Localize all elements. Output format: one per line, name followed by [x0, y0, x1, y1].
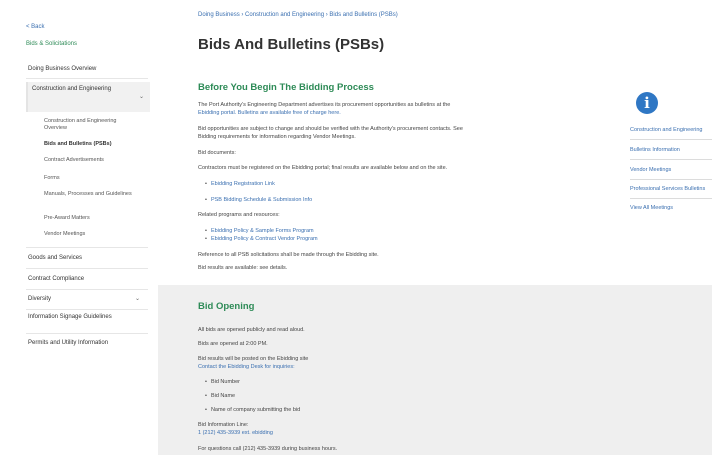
side-link[interactable]: Bulletins Information	[630, 147, 680, 153]
paragraph: Bidding requirements for information reg…	[198, 134, 356, 140]
list-item: Bid Number	[205, 379, 240, 386]
paragraph-link[interactable]: Ebidding portal. Bulletins are available…	[198, 110, 341, 117]
paragraph-link[interactable]: Contact the Ebidding Desk for inquiries:	[198, 364, 295, 371]
paragraph: Bid Information Line:	[198, 422, 249, 428]
paragraph: Bid results are available: see details.	[198, 265, 288, 271]
phone-link[interactable]: 1 (212) 435-3939 ext. ebidding	[198, 430, 273, 437]
divider	[630, 179, 712, 180]
sidebar-subitem[interactable]: Construction and Engineering Overview	[44, 118, 134, 132]
divider	[630, 198, 712, 199]
divider	[26, 268, 148, 269]
page-title: Bids And Bulletins (PSBs)	[198, 36, 385, 53]
sidebar-item-permits[interactable]: Permits and Utility Information	[28, 340, 128, 347]
back-link[interactable]: < Back	[26, 24, 45, 30]
paragraph: For questions call (212) 435-3939 during…	[198, 446, 338, 452]
section-heading-before: Before You Begin The Bidding Process	[198, 82, 374, 93]
sidebar-item-label: Construction and Engineering	[32, 86, 112, 92]
paragraph: Bid documents:	[198, 150, 236, 156]
resource-link[interactable]: Ebidding Policy & Sample Forms Program	[205, 228, 314, 235]
divider	[26, 247, 148, 248]
side-link[interactable]: Construction and Engineering	[630, 127, 702, 133]
sidebar-subitem[interactable]: Pre-Award Matters	[44, 215, 90, 222]
sidebar-item-construction[interactable]: Construction and Engineering ⌄	[26, 82, 150, 112]
section-heading-bid-opening: Bid Opening	[198, 301, 255, 312]
paragraph: Bids are opened at 2:00 PM.	[198, 341, 268, 347]
divider	[26, 289, 148, 290]
side-link[interactable]: Professional Services Bulletins	[630, 186, 705, 192]
divider	[26, 78, 148, 79]
sidebar-subitem[interactable]: Manuals, Processes and Guidelines	[44, 191, 134, 198]
sidebar-item-goods[interactable]: Goods and Services	[28, 255, 82, 262]
divider	[26, 309, 148, 310]
paragraph: All bids are opened publicly and read al…	[198, 327, 305, 333]
divider	[26, 333, 148, 334]
side-link[interactable]: Vendor Meetings	[630, 167, 671, 173]
paragraph: Contractors must be registered on the Eb…	[198, 165, 448, 171]
sidebar: < Back Bids & Solicitations Doing Busine…	[0, 0, 155, 455]
list-item: Bid Name	[205, 393, 235, 400]
paragraph: Bid opportunities are subject to change …	[198, 126, 463, 132]
chevron-down-icon: ⌄	[135, 296, 141, 302]
paragraph: Related programs and resources:	[198, 212, 280, 218]
info-icon: i	[636, 92, 658, 114]
paragraph: Reference to all PSB solicitations shall…	[198, 252, 379, 258]
resource-link[interactable]: Ebidding Policy & Contract Vendor Progra…	[205, 236, 318, 243]
paragraph: Bid results will be posted on the Ebiddi…	[198, 356, 309, 362]
sidebar-subitem[interactable]: Contract Advertisements	[44, 157, 104, 164]
sidebar-subitem-active[interactable]: Bids and Bulletins (PSBs)	[44, 141, 112, 148]
divider	[630, 139, 712, 140]
sidebar-item-signage[interactable]: Information Signage Guidelines	[28, 314, 128, 321]
chevron-down-icon: ⌄	[138, 94, 144, 100]
sidebar-item-compliance[interactable]: Contract Compliance	[28, 276, 84, 283]
sidebar-section-link[interactable]: Bids & Solicitations	[26, 41, 77, 47]
side-link[interactable]: View All Meetings	[630, 205, 673, 211]
breadcrumb[interactable]: Doing Business › Construction and Engine…	[198, 12, 398, 18]
divider	[630, 159, 712, 160]
sidebar-item-doing-business[interactable]: Doing Business Overview	[28, 66, 96, 73]
sidebar-subitem[interactable]: Forms	[44, 175, 60, 182]
list-item: Name of company submitting the bid	[205, 407, 300, 414]
sidebar-item-diversity[interactable]: Diversity	[28, 296, 51, 303]
paragraph: The Port Authority's Engineering Departm…	[198, 102, 451, 108]
sidebar-subitem[interactable]: Vendor Meetings	[44, 231, 85, 238]
resource-link[interactable]: Ebidding Registration Link	[205, 181, 275, 188]
resource-link[interactable]: PSB Bidding Schedule & Submission Info	[205, 197, 312, 204]
